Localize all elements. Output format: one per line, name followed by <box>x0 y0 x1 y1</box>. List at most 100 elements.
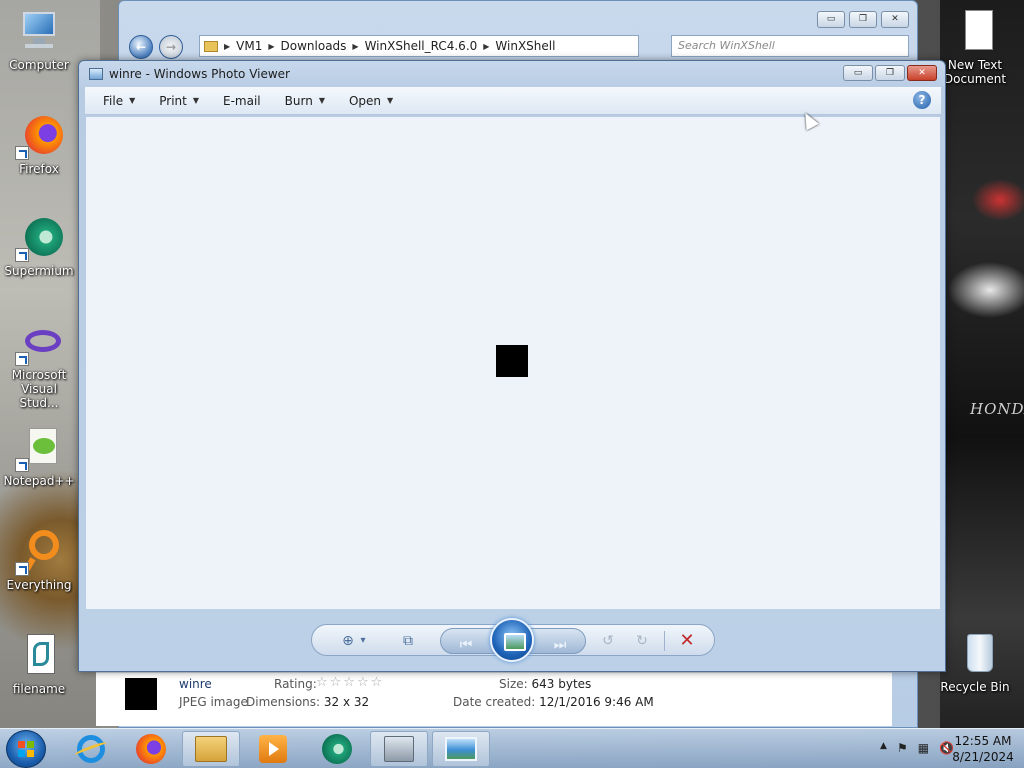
file-name: winre <box>179 677 212 691</box>
taskbar-media-player[interactable] <box>244 731 302 767</box>
file-thumbnail <box>125 678 157 710</box>
clock-date: 8/21/2024 <box>952 750 1014 764</box>
desktop-icon-label: Firefox <box>19 162 59 176</box>
desktop-icon-notepad-plus-plus[interactable]: Notepad++ <box>2 424 76 488</box>
breadcrumb-item[interactable]: Downloads <box>281 39 347 53</box>
zoom-dropdown-icon[interactable]: ▾ <box>358 631 368 651</box>
photo-viewer-icon <box>445 737 477 761</box>
close-button[interactable]: ✕ <box>907 65 937 81</box>
chevron-down-icon: ▼ <box>387 96 394 105</box>
desktop-icon-label: New Text Document <box>943 58 1007 86</box>
taskbar-supermium[interactable] <box>308 731 366 767</box>
clock-time: 12:55 AM <box>954 734 1012 748</box>
desktop-icon-firefox[interactable]: Firefox <box>2 112 76 176</box>
menu-file[interactable]: File ▼ <box>103 94 145 108</box>
taskbar-explorer[interactable] <box>182 731 240 767</box>
date-info: Date created: 12/1/2016 9:46 AM <box>453 695 654 709</box>
maximize-button[interactable]: ❐ <box>875 65 905 81</box>
action-center-flag-icon[interactable]: ⚑ <box>897 741 908 755</box>
network-icon[interactable]: ▦ <box>918 741 929 755</box>
rating-label: Rating: <box>274 677 317 691</box>
zoom-icon[interactable]: ⊕ <box>338 631 358 651</box>
rotate-clockwise-icon[interactable]: ↻ <box>632 631 652 651</box>
supermium-icon <box>322 734 352 764</box>
show-hidden-icons-icon[interactable]: ▲ <box>880 741 887 755</box>
menu-open[interactable]: Open ▼ <box>349 94 403 108</box>
menu-label: File <box>103 93 124 108</box>
date-label: Date created: <box>453 695 536 709</box>
text-document-icon <box>951 8 999 56</box>
menu-bar: File ▼ Print ▼ E-mail Burn ▼ Open ▼ ? <box>85 87 941 115</box>
previous-icon[interactable]: ⏮ <box>455 635 477 655</box>
dimensions-info: Dimensions: 32 x 32 <box>246 695 369 709</box>
menu-burn[interactable]: Burn ▼ <box>285 94 335 108</box>
ie-icon <box>73 735 109 763</box>
script-file-icon <box>15 632 63 680</box>
computer-icon <box>15 8 63 56</box>
explorer-icon <box>195 736 227 762</box>
desktop-icon-visual-studio[interactable]: Microsoft Visual Stud... <box>2 318 76 410</box>
actual-size-icon[interactable]: ⧉ <box>398 631 418 651</box>
folder-icon <box>204 40 218 52</box>
file-type: JPEG image <box>179 695 248 709</box>
dimensions-value: 32 x 32 <box>323 695 370 709</box>
slideshow-button[interactable] <box>490 618 534 662</box>
taskbar-photo-viewer[interactable] <box>432 731 490 767</box>
breadcrumb-item[interactable]: WinXShell <box>495 39 555 53</box>
rating-stars[interactable]: ☆☆☆☆☆ <box>316 675 384 690</box>
taskbar-ie[interactable] <box>62 731 120 767</box>
maximize-button[interactable]: ❐ <box>849 11 877 28</box>
desktop-icon-supermium[interactable]: Supermium <box>2 214 76 278</box>
menu-print[interactable]: Print ▼ <box>159 94 209 108</box>
back-button[interactable]: ← <box>129 35 153 59</box>
title-bar: winre - Windows Photo Viewer <box>89 67 290 81</box>
help-icon[interactable]: ? <box>913 91 931 109</box>
toolbar-divider <box>664 631 665 651</box>
displayed-image <box>496 345 528 377</box>
minimize-button[interactable]: ▭ <box>817 11 845 28</box>
desktop-icon-label: Recycle Bin <box>940 680 1010 694</box>
clock[interactable]: 12:55 AM 8/21/2024 <box>948 733 1018 765</box>
delete-icon[interactable]: ✕ <box>676 631 698 651</box>
breadcrumb-item[interactable]: WinXShell_RC4.6.0 <box>365 39 478 53</box>
search-input[interactable]: Search WinXShell <box>671 35 909 57</box>
desktop-icon-everything[interactable]: Everything <box>2 528 76 592</box>
desktop-icon-new-text-document[interactable]: New Text Document <box>938 8 1012 86</box>
start-button[interactable] <box>6 730 46 768</box>
image-canvas[interactable] <box>86 117 940 609</box>
minimize-button[interactable]: ▭ <box>843 65 873 81</box>
taskbar-firefox[interactable] <box>122 731 180 767</box>
system-tray: ▲ ⚑ ▦ 🔇 <box>880 741 954 755</box>
desktop-icon-label: Notepad++ <box>3 474 75 488</box>
window-title: winre - Windows Photo Viewer <box>109 67 290 81</box>
date-value: 12/1/2016 9:46 AM <box>539 695 654 709</box>
forward-button[interactable]: → <box>159 35 183 59</box>
next-icon[interactable]: ⏭ <box>549 635 571 655</box>
notepad-plus-plus-icon <box>15 424 63 472</box>
photo-viewer-window: winre - Windows Photo Viewer ▭ ❐ ✕ File … <box>78 60 946 672</box>
firefox-icon <box>136 734 166 764</box>
rotate-counterclockwise-icon[interactable]: ↺ <box>598 631 618 651</box>
menu-email[interactable]: E-mail <box>223 94 271 108</box>
breadcrumb-item[interactable]: VM1 <box>236 39 262 53</box>
details-pane: winre JPEG image Rating: ☆☆☆☆☆ Dimension… <box>96 672 892 726</box>
firefox-icon <box>15 112 63 160</box>
desktop-icon-recycle-bin[interactable]: Recycle Bin <box>938 630 1012 694</box>
media-player-icon <box>259 735 287 763</box>
chevron-down-icon: ▼ <box>192 96 200 105</box>
dimensions-label: Dimensions: <box>246 695 321 709</box>
desktop-icon-filename[interactable]: filename <box>2 632 76 696</box>
menu-label: Burn <box>284 93 313 108</box>
taskbar: ▲ ⚑ ▦ 🔇 12:55 AM 8/21/2024 <box>0 728 1024 768</box>
close-button[interactable]: ✕ <box>881 11 909 28</box>
recycle-bin-icon <box>951 630 999 678</box>
taskbar-tools[interactable] <box>370 731 428 767</box>
address-bar[interactable]: ▶ VM1 ▶ Downloads ▶ WinXShell_RC4.6.0 ▶ … <box>199 35 639 57</box>
chevron-down-icon: ▼ <box>129 96 136 105</box>
everything-icon <box>15 528 63 576</box>
supermium-icon <box>15 214 63 262</box>
desktop-icon-computer[interactable]: Computer <box>2 8 76 72</box>
photo-viewer-icon <box>89 68 103 80</box>
desktop-icon-label: Everything <box>6 578 72 592</box>
menu-label: Print <box>159 93 187 108</box>
